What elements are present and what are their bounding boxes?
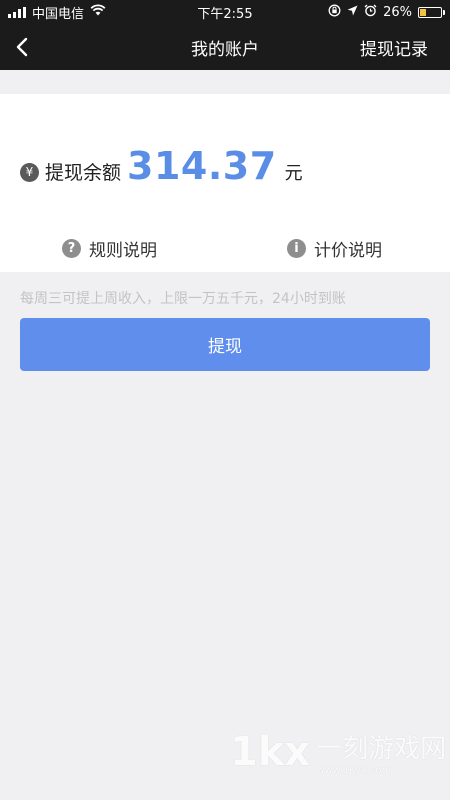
signal-icon	[8, 6, 26, 18]
alarm-icon	[364, 4, 377, 21]
watermark-url: www.1kyx.com	[316, 765, 392, 776]
location-arrow-icon	[347, 5, 358, 20]
wifi-icon	[90, 4, 106, 20]
watermark-name: 一刻游戏网	[316, 734, 447, 764]
balance-unit: 元	[284, 163, 303, 184]
balance-card: ¥ 提现余额 314.37 元 ? 规则说明 i 计价说明	[0, 94, 450, 272]
withdraw-history-link[interactable]: 提现记录	[360, 35, 428, 60]
watermark-text: 一刻游戏网 www.1kyx.com	[316, 728, 446, 776]
balance-amount: 314.37	[127, 144, 277, 188]
nav-bar: 我的账户 提现记录	[0, 24, 450, 70]
orientation-lock-icon	[328, 4, 341, 21]
pricing-link[interactable]: i 计价说明	[287, 236, 382, 261]
status-bar-left: 中国电信	[8, 3, 106, 22]
status-bar: 中国电信 下午2:55 26%	[0, 0, 450, 24]
back-button[interactable]	[0, 24, 44, 70]
battery-fill	[420, 8, 426, 16]
battery-percent: 26%	[383, 4, 412, 20]
balance-row: ¥ 提现余额 314.37 元	[20, 144, 303, 188]
withdraw-button[interactable]: 提现	[20, 318, 430, 371]
info-circle-icon: i	[287, 238, 306, 258]
battery-icon	[418, 6, 445, 18]
info-links: ? 规则说明 i 计价说明	[0, 230, 450, 266]
balance-label: 提现余额	[45, 162, 122, 184]
watermark: 1kx 一刻游戏网 www.1kyx.com	[230, 728, 446, 776]
carrier-name: 中国电信	[32, 6, 85, 22]
pricing-link-label: 计价说明	[314, 240, 382, 261]
watermark-logo: 1kx	[230, 729, 311, 775]
rules-link-label: 规则说明	[89, 240, 157, 261]
yen-icon: ¥	[20, 162, 39, 182]
question-circle-icon: ?	[62, 238, 81, 258]
rules-link[interactable]: ? 规则说明	[62, 236, 157, 261]
status-bar-right: 26%	[328, 4, 445, 21]
chevron-left-icon	[16, 37, 28, 57]
withdraw-hint: 每周三可提上周收入，上限一万五千元，24小时到账	[20, 291, 346, 307]
